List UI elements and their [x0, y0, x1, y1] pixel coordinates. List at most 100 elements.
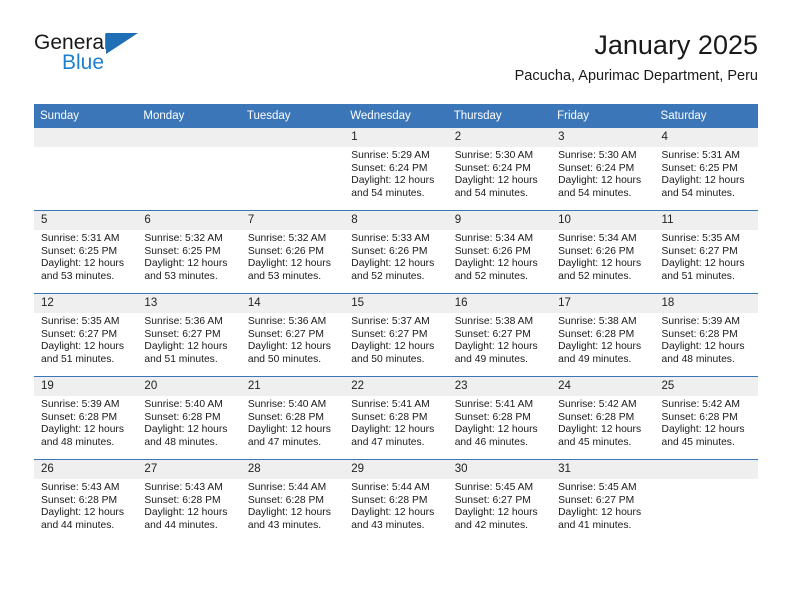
general-blue-logo: General Blue [34, 32, 214, 86]
calendar-day-cell[interactable]: 15 Sunrise: 5:37 AM Sunset: 6:27 PM Dayligh… [344, 293, 448, 377]
calendar-day-cell[interactable]: 17 Sunrise: 5:38 AM Sunset: 6:28 PM Dayligh… [551, 293, 655, 377]
day-number: 12 [34, 294, 138, 313]
sunrise-text: Sunrise: 5:39 AM [661, 316, 740, 327]
daylight-text-line1: Daylight: 12 hours [454, 258, 538, 270]
daylight-text-line1: Daylight: 12 hours [661, 424, 745, 436]
day-number: 1 [344, 128, 448, 147]
day-info: Sunrise: 5:41 AM Sunset: 6:28 PM Daylight:… [344, 396, 447, 449]
calendar-day-cell[interactable]: 28 Sunrise: 5:44 AM Sunset: 6:28 PM Dayligh… [240, 459, 345, 542]
sunrise-text: Sunrise: 5:38 AM [454, 316, 534, 327]
calendar-day-cell[interactable]: 29 Sunrise: 5:44 AM Sunset: 6:28 PM Dayligh… [344, 459, 448, 542]
daylight-text-line2: and 54 minutes. [661, 187, 735, 199]
daylight-text-line1: Daylight: 12 hours [247, 258, 331, 270]
sunrise-text: Sunrise: 5:35 AM [661, 233, 740, 244]
day-info: Sunrise: 5:38 AM Sunset: 6:27 PM Daylight:… [448, 313, 551, 366]
daylight-text-line2: and 47 minutes. [351, 436, 425, 448]
daylight-text-line2: and 52 minutes. [351, 270, 425, 282]
daylight-text-line1: Daylight: 12 hours [661, 258, 745, 270]
calendar-day-cell[interactable]: 19 Sunrise: 5:39 AM Sunset: 6:28 PM Dayligh… [34, 376, 138, 460]
calendar-day-cell[interactable]: 23 Sunrise: 5:41 AM Sunset: 6:28 PM Dayligh… [447, 376, 552, 460]
calendar-day-cell[interactable]: 5 Sunrise: 5:31 AM Sunset: 6:25 PM Daylight… [34, 210, 138, 294]
sunset-text: Sunset: 6:27 PM [558, 494, 635, 506]
daylight-text-line1: Daylight: 12 hours [558, 258, 642, 270]
day-info: Sunrise: 5:34 AM Sunset: 6:26 PM Daylight:… [448, 230, 551, 283]
calendar-day-cell[interactable]: 27 Sunrise: 5:43 AM Sunset: 6:28 PM Dayligh… [137, 459, 241, 542]
daylight-text-line1: Daylight: 12 hours [144, 424, 228, 436]
calendar-day-cell[interactable]: 2 Sunrise: 5:30 AM Sunset: 6:24 PM Daylight… [447, 128, 552, 211]
calendar-day-cell[interactable]: 10 Sunrise: 5:34 AM Sunset: 6:26 PM Dayligh… [551, 210, 655, 294]
calendar-day-cell[interactable]: 8 Sunrise: 5:33 AM Sunset: 6:26 PM Daylight… [344, 210, 448, 294]
sunrise-text: Sunrise: 5:32 AM [144, 233, 223, 244]
sunrise-text: Sunrise: 5:45 AM [454, 482, 534, 493]
calendar-day-cell[interactable]: 4 Sunrise: 5:31 AM Sunset: 6:25 PM Daylight… [654, 128, 758, 211]
daylight-text-line2: and 53 minutes. [41, 270, 115, 282]
daylight-text-line1: Daylight: 12 hours [247, 507, 331, 519]
sunset-text: Sunset: 6:26 PM [454, 245, 531, 257]
sunset-text: Sunset: 6:26 PM [247, 245, 324, 257]
calendar-day-cell[interactable]: 21 Sunrise: 5:40 AM Sunset: 6:28 PM Dayligh… [240, 376, 345, 460]
logo-triangle-icon [106, 33, 138, 54]
day-info: Sunrise: 5:44 AM Sunset: 6:28 PM Daylight:… [241, 479, 344, 532]
sunrise-text: Sunrise: 5:38 AM [558, 316, 637, 327]
calendar-day-cell[interactable]: 6 Sunrise: 5:32 AM Sunset: 6:25 PM Daylight… [137, 210, 241, 294]
calendar-day-cell[interactable]: 24 Sunrise: 5:42 AM Sunset: 6:28 PM Dayligh… [551, 376, 655, 460]
day-number: 4 [654, 128, 758, 147]
calendar-day-cell[interactable]: 3 Sunrise: 5:30 AM Sunset: 6:24 PM Daylight… [551, 128, 655, 211]
day-number [137, 128, 241, 147]
daylight-text-line2: and 51 minutes. [41, 353, 115, 365]
daylight-text-line1: Daylight: 12 hours [41, 424, 124, 436]
day-info: Sunrise: 5:35 AM Sunset: 6:27 PM Daylight:… [655, 230, 758, 283]
daylight-text-line1: Daylight: 12 hours [558, 175, 642, 187]
sunrise-text: Sunrise: 5:40 AM [247, 399, 327, 410]
calendar-day-cell[interactable]: 11 Sunrise: 5:35 AM Sunset: 6:27 PM Dayligh… [654, 210, 758, 294]
daylight-text-line2: and 43 minutes. [351, 519, 425, 531]
daylight-text-line1: Daylight: 12 hours [351, 341, 435, 353]
day-number [654, 460, 758, 479]
weekday-header-tuesday: Tuesday [240, 104, 345, 128]
calendar-day-cell[interactable]: 12 Sunrise: 5:35 AM Sunset: 6:27 PM Dayligh… [34, 293, 138, 377]
sunset-text: Sunset: 6:28 PM [558, 328, 635, 340]
calendar-day-cell[interactable]: 31 Sunrise: 5:45 AM Sunset: 6:27 PM Dayligh… [551, 459, 655, 542]
daylight-text-line1: Daylight: 12 hours [661, 341, 745, 353]
day-number: 30 [447, 460, 552, 479]
sunset-text: Sunset: 6:28 PM [247, 411, 324, 423]
calendar-grid: Sunday Monday Tuesday Wednesday Thursday… [34, 104, 758, 542]
calendar-day-cell-empty [240, 128, 345, 211]
sunset-text: Sunset: 6:27 PM [661, 245, 738, 257]
daylight-text-line1: Daylight: 12 hours [558, 507, 642, 519]
sunset-text: Sunset: 6:28 PM [661, 328, 738, 340]
day-number: 19 [34, 377, 138, 396]
daylight-text-line2: and 47 minutes. [247, 436, 322, 448]
calendar-week-row: 26 Sunrise: 5:43 AM Sunset: 6:28 PM Dayligh… [34, 459, 758, 542]
calendar-day-cell[interactable]: 14 Sunrise: 5:36 AM Sunset: 6:27 PM Dayligh… [240, 293, 345, 377]
sunset-text: Sunset: 6:28 PM [351, 494, 428, 506]
daylight-text-line1: Daylight: 12 hours [144, 507, 228, 519]
weekday-header-friday: Friday [551, 104, 655, 128]
calendar-day-cell[interactable]: 22 Sunrise: 5:41 AM Sunset: 6:28 PM Dayligh… [344, 376, 448, 460]
sunrise-text: Sunrise: 5:34 AM [454, 233, 534, 244]
sunrise-text: Sunrise: 5:31 AM [41, 233, 120, 244]
calendar-day-cell[interactable]: 18 Sunrise: 5:39 AM Sunset: 6:28 PM Dayligh… [654, 293, 758, 377]
daylight-text-line1: Daylight: 12 hours [247, 341, 331, 353]
sunset-text: Sunset: 6:28 PM [144, 494, 221, 506]
daylight-text-line1: Daylight: 12 hours [558, 424, 642, 436]
calendar-day-cell[interactable]: 9 Sunrise: 5:34 AM Sunset: 6:26 PM Daylight… [447, 210, 552, 294]
calendar-day-cell[interactable]: 7 Sunrise: 5:32 AM Sunset: 6:26 PM Daylight… [240, 210, 345, 294]
day-number: 17 [551, 294, 655, 313]
daylight-text-line1: Daylight: 12 hours [454, 424, 538, 436]
calendar-day-cell[interactable]: 13 Sunrise: 5:36 AM Sunset: 6:27 PM Dayligh… [137, 293, 241, 377]
page-header: General Blue January 2025 Pacucha, Apuri… [34, 28, 758, 96]
calendar-day-cell[interactable]: 20 Sunrise: 5:40 AM Sunset: 6:28 PM Dayligh… [137, 376, 241, 460]
calendar-day-cell[interactable]: 25 Sunrise: 5:42 AM Sunset: 6:28 PM Dayligh… [654, 376, 758, 460]
calendar-day-cell[interactable]: 30 Sunrise: 5:45 AM Sunset: 6:27 PM Dayligh… [447, 459, 552, 542]
day-number: 23 [447, 377, 552, 396]
calendar-day-cell-empty [137, 128, 241, 211]
title-block: January 2025 Pacucha, Apurimac Departmen… [515, 28, 758, 87]
calendar-day-cell[interactable]: 26 Sunrise: 5:43 AM Sunset: 6:28 PM Dayligh… [34, 459, 138, 542]
day-info: Sunrise: 5:34 AM Sunset: 6:26 PM Daylight:… [551, 230, 654, 283]
day-number: 8 [344, 211, 448, 230]
calendar-day-cell[interactable]: 16 Sunrise: 5:38 AM Sunset: 6:27 PM Dayligh… [447, 293, 552, 377]
calendar-day-cell[interactable]: 1 Sunrise: 5:29 AM Sunset: 6:24 PM Daylight… [344, 128, 448, 211]
daylight-text-line1: Daylight: 12 hours [351, 258, 435, 270]
day-info: Sunrise: 5:43 AM Sunset: 6:28 PM Daylight:… [34, 479, 137, 532]
